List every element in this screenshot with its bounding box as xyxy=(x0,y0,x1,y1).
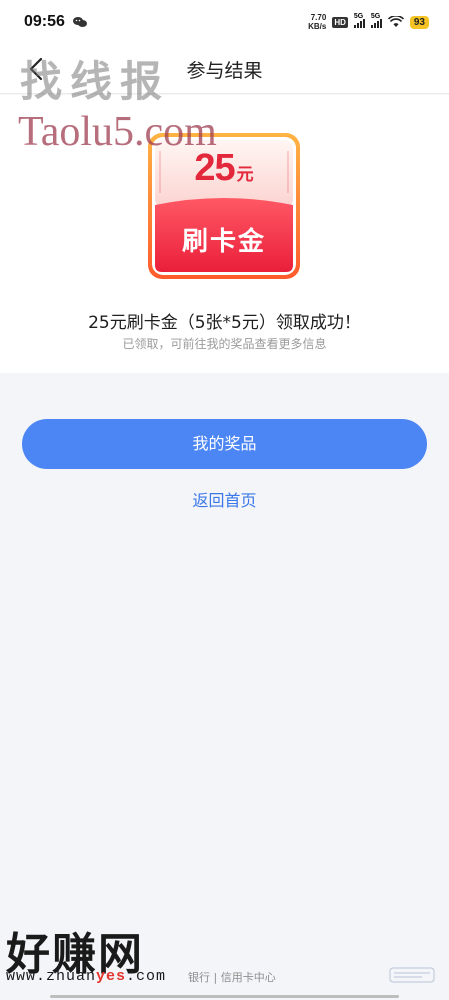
corner-stamp-icon xyxy=(388,960,436,988)
footer-text: 银行 | 信用卡中心 xyxy=(188,971,276,984)
my-prizes-button[interactable]: 我的奖品 xyxy=(22,419,427,469)
watermark-top: 找线报 xyxy=(20,57,171,106)
watermark-url-prefix: www.zhuan xyxy=(6,968,97,985)
status-bar: 09:56 7.70 KB/s HD 5G 5G 93 xyxy=(0,0,449,44)
status-right: 7.70 KB/s HD 5G 5G 93 xyxy=(308,13,429,32)
coupon-amount-unit: 元 xyxy=(236,165,254,184)
battery-indicator: 93 xyxy=(409,15,429,29)
signal-sim2-icon: 5G xyxy=(370,13,382,28)
hd-badge: HD xyxy=(332,16,348,28)
watermark-taolu: Taolu5.com xyxy=(18,109,217,155)
watermark-url: www.zhuanyes.com xyxy=(6,968,166,985)
result-subtitle: 已领取，可前往我的奖品查看更多信息 xyxy=(122,337,327,351)
net-speed: 7.70 KB/s xyxy=(308,13,326,31)
status-time: 09:56 xyxy=(24,13,65,30)
net-speed-value: 7.70 xyxy=(310,13,327,22)
watermark-url-suffix: .com xyxy=(126,968,167,985)
home-indicator[interactable] xyxy=(50,995,399,998)
net-speed-unit: KB/s xyxy=(308,22,327,31)
sim1-label: 5G xyxy=(353,13,364,20)
result-title: 25元刷卡金（5张*5元）领取成功！ xyxy=(88,313,361,333)
watermark-url-accent: yes xyxy=(96,968,127,985)
status-left: 09:56 xyxy=(24,13,87,32)
wechat-icon xyxy=(72,13,87,32)
signal-sim1-icon: 5G xyxy=(353,13,365,28)
back-home-link[interactable]: 返回首页 xyxy=(0,487,449,511)
coupon-label: 刷卡金 xyxy=(181,227,266,257)
wifi-icon xyxy=(387,13,404,32)
sim2-label: 5G xyxy=(370,13,381,20)
